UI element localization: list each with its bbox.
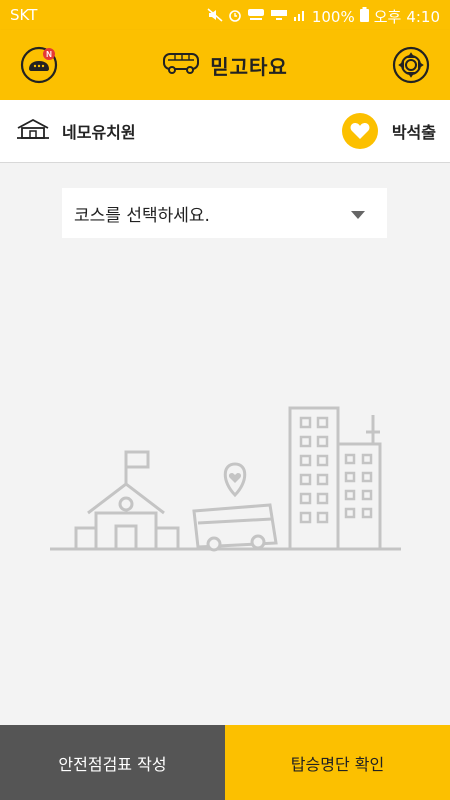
status-bar: SKT 100% 오후 4:10 [0, 0, 450, 30]
info-bar: 네모유치원 박석출 [0, 100, 450, 163]
settings-button[interactable] [392, 46, 430, 84]
gear-icon [392, 46, 430, 84]
status-icons: 100% 오후 4:10 [207, 6, 440, 27]
mute-icon [207, 7, 223, 26]
town-illustration [48, 400, 403, 560]
bus-icon [162, 52, 200, 78]
alarm-icon [228, 8, 242, 26]
safety-checklist-button[interactable]: 안전점검표 작성 [0, 725, 225, 800]
signal-icon [293, 8, 307, 26]
dropdown-arrow-icon [351, 204, 365, 223]
carrier-label: SKT [10, 6, 38, 24]
user-info[interactable]: 박석출 [341, 100, 436, 162]
lte-icon [270, 8, 288, 26]
bottom-action-bar: 안전점검표 작성 탑승명단 확인 [0, 725, 450, 800]
title-wrap: 믿고타요 [0, 30, 450, 100]
battery-percent: 100% [311, 7, 355, 26]
school-info: 네모유치원 [16, 100, 136, 162]
app-title: 믿고타요 [210, 54, 288, 79]
app-bar: N 믿고타요 [0, 30, 450, 100]
boarding-list-button[interactable]: 탑승명단 확인 [225, 725, 450, 800]
school-name: 네모유치원 [62, 123, 136, 142]
heart-icon [341, 113, 378, 149]
hd-voice-icon [247, 8, 265, 26]
user-name: 박석출 [391, 123, 436, 142]
time-ampm: 오후 [373, 8, 402, 26]
school-icon [16, 118, 50, 144]
course-select-placeholder: 코스를 선택하세요. [74, 205, 210, 226]
course-select[interactable]: 코스를 선택하세요. [62, 188, 387, 238]
battery-icon [359, 7, 369, 26]
time-label: 4:10 [406, 7, 440, 26]
